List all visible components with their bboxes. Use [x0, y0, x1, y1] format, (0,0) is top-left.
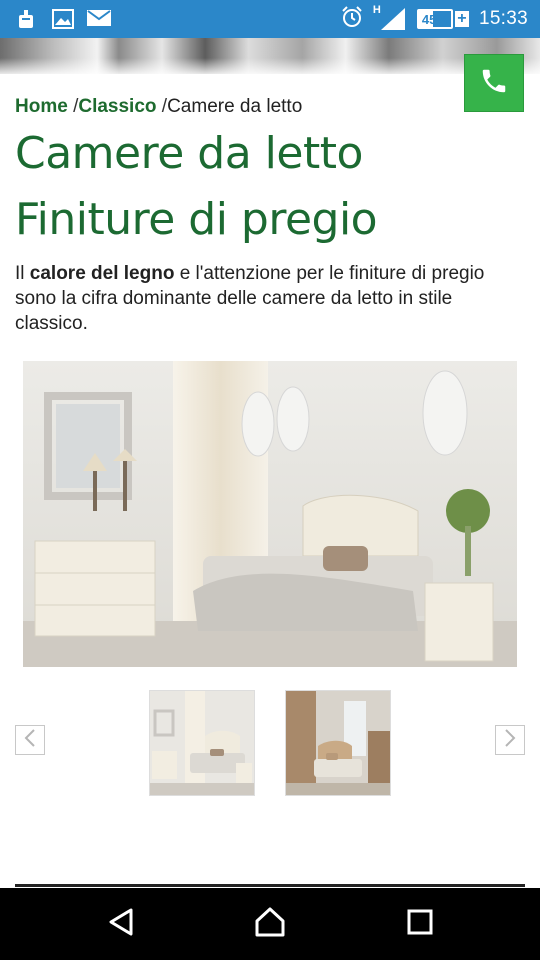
- nav-recents-button[interactable]: [400, 906, 440, 942]
- gallery-thumbnail[interactable]: [285, 690, 391, 796]
- breadcrumb: Home /Classico /Camere da letto: [15, 96, 302, 118]
- intro-highlight: calore del legno: [29, 263, 175, 284]
- recents-icon: [407, 909, 433, 940]
- gallery-icon: [52, 9, 74, 34]
- main-gallery-image[interactable]: [23, 361, 517, 667]
- gallery-prev-button[interactable]: [15, 725, 45, 755]
- nav-back-button[interactable]: [101, 906, 141, 942]
- intro-paragraph: Il calore del legno e l'attenzione per l…: [15, 261, 530, 336]
- home-icon: [254, 906, 286, 943]
- page-title: Camere da letto: [15, 128, 363, 179]
- mail-icon: [87, 9, 111, 32]
- chevron-left-icon: [23, 728, 37, 753]
- call-button[interactable]: [464, 54, 524, 112]
- section-divider: [15, 884, 525, 887]
- phone-icon: [479, 66, 509, 101]
- android-nav-bar: [0, 888, 540, 960]
- breadcrumb-separator: /: [156, 96, 168, 117]
- signal-icon: H: [373, 4, 407, 32]
- battery-percent: 45%: [421, 11, 448, 27]
- header-banner-image: [0, 38, 540, 74]
- gallery-thumbnail[interactable]: [149, 690, 255, 796]
- charging-icon: +: [454, 11, 469, 27]
- breadcrumb-home-link[interactable]: Home: [15, 96, 68, 117]
- intro-text: Il: [15, 263, 30, 284]
- breadcrumb-separator: /: [67, 96, 79, 117]
- status-bar-right: H 45% + 15:33: [341, 0, 528, 38]
- chevron-right-icon: [503, 728, 517, 753]
- bluetooth-icon: [16, 9, 36, 36]
- clock: 15:33: [478, 8, 528, 29]
- battery-level-box: 45%: [416, 9, 453, 29]
- page-subtitle: Finiture di pregio: [15, 194, 378, 245]
- gallery-next-button[interactable]: [495, 725, 525, 755]
- nav-home-button[interactable]: [250, 906, 290, 942]
- breadcrumb-classico-link[interactable]: Classico: [78, 96, 156, 117]
- breadcrumb-current: Camere da letto: [167, 96, 303, 117]
- back-icon: [107, 907, 135, 942]
- status-bar: H 45% + 15:33: [0, 0, 540, 38]
- battery-icon: 45% +: [416, 9, 469, 29]
- alarm-icon: [341, 5, 363, 33]
